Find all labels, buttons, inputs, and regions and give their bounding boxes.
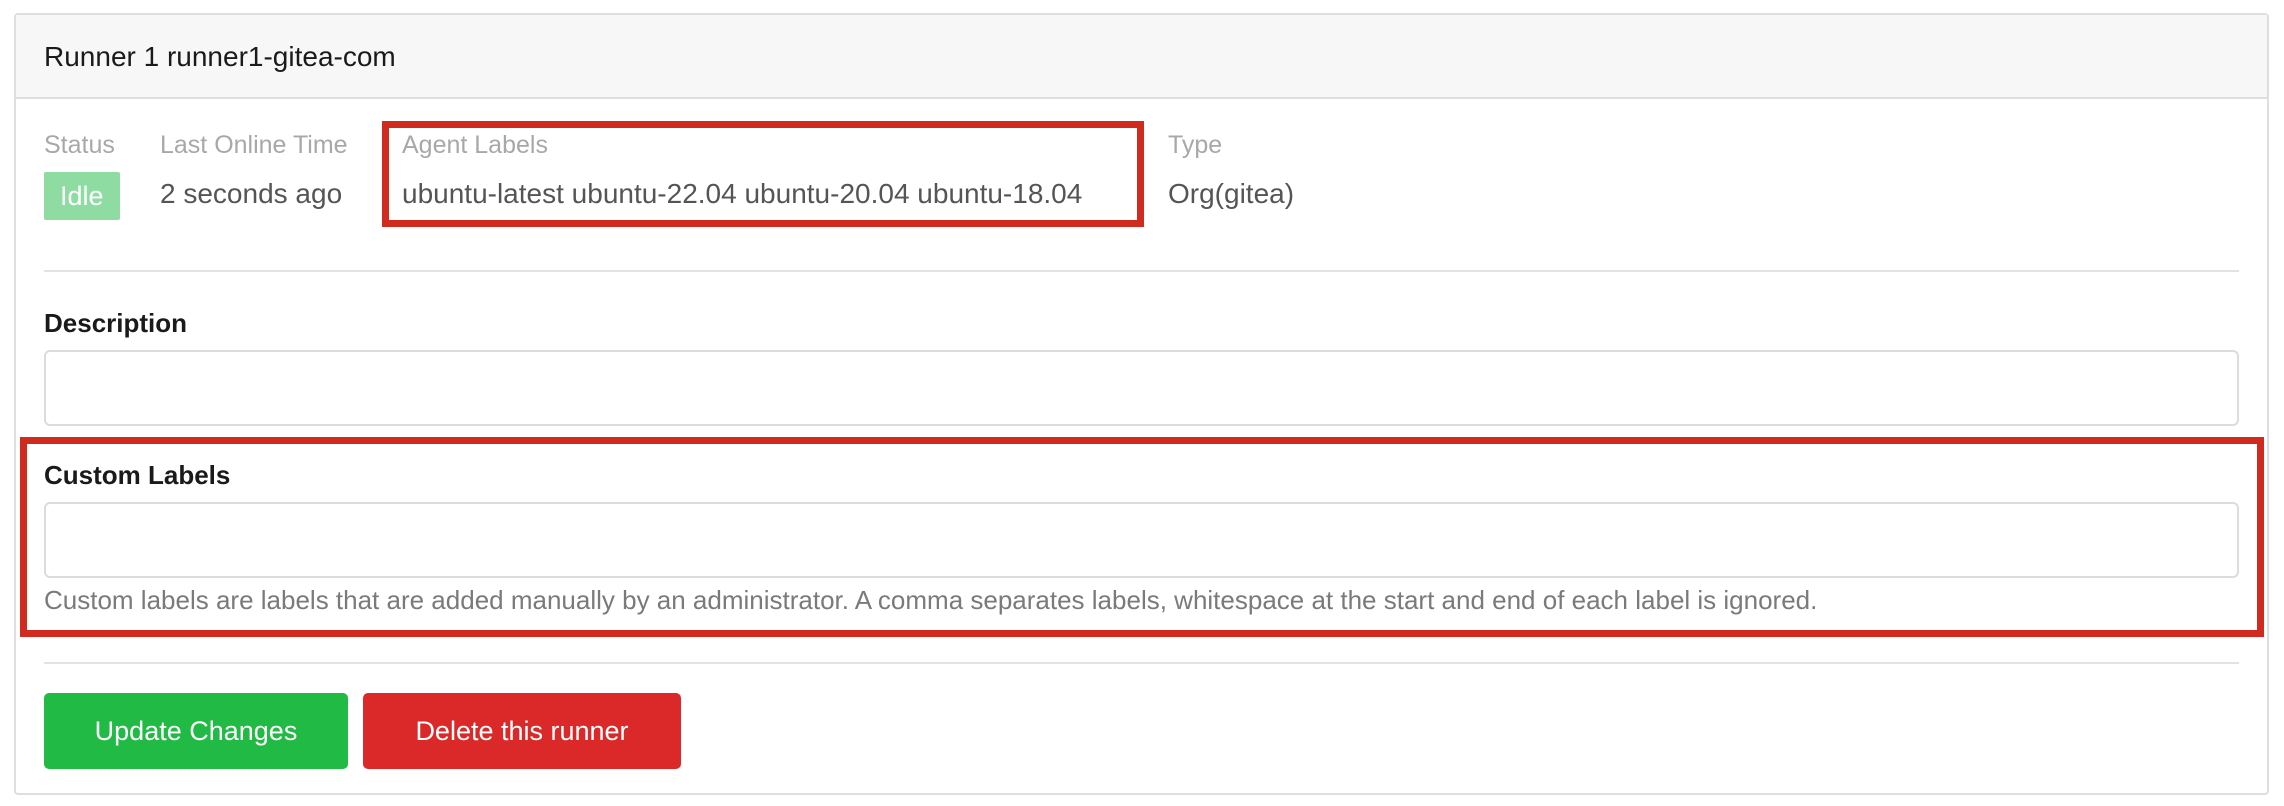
agent-labels-value: ubuntu-latest ubuntu-22.04 ubuntu-20.04 …	[402, 178, 1083, 209]
description-label: Description	[44, 308, 188, 338]
last-online-label: Last Online Time	[160, 131, 348, 159]
delete-runner-button[interactable]: Delete this runner	[363, 693, 681, 769]
type-value: Org(gitea)	[1168, 178, 1295, 209]
runner-title: Runner 1 runner1-gitea-com	[44, 41, 396, 72]
agent-labels-column: Agent Labels ubuntu-latest ubuntu-22.04 …	[402, 128, 1082, 212]
status-badge: Idle	[44, 172, 120, 220]
custom-labels-help-text: Custom labels are labels that are added …	[44, 585, 1818, 615]
agent-labels-label: Agent Labels	[402, 131, 548, 159]
type-label: Type	[1168, 131, 1223, 159]
divider-top	[44, 270, 2239, 272]
card-header: Runner 1 runner1-gitea-com	[16, 15, 2267, 99]
divider-bottom	[44, 662, 2239, 664]
status-label: Status	[44, 131, 115, 159]
update-changes-button[interactable]: Update Changes	[44, 693, 348, 769]
runner-card: Runner 1 runner1-gitea-com Status Idle L…	[14, 13, 2269, 795]
last-online-column: Last Online Time 2 seconds ago	[160, 128, 348, 212]
status-column: Status Idle	[44, 128, 120, 220]
custom-labels-label: Custom Labels	[44, 460, 231, 490]
custom-labels-input[interactable]	[44, 502, 2239, 578]
description-input[interactable]	[44, 350, 2239, 426]
type-column: Type Org(gitea)	[1168, 128, 1294, 212]
last-online-value: 2 seconds ago	[160, 178, 343, 209]
